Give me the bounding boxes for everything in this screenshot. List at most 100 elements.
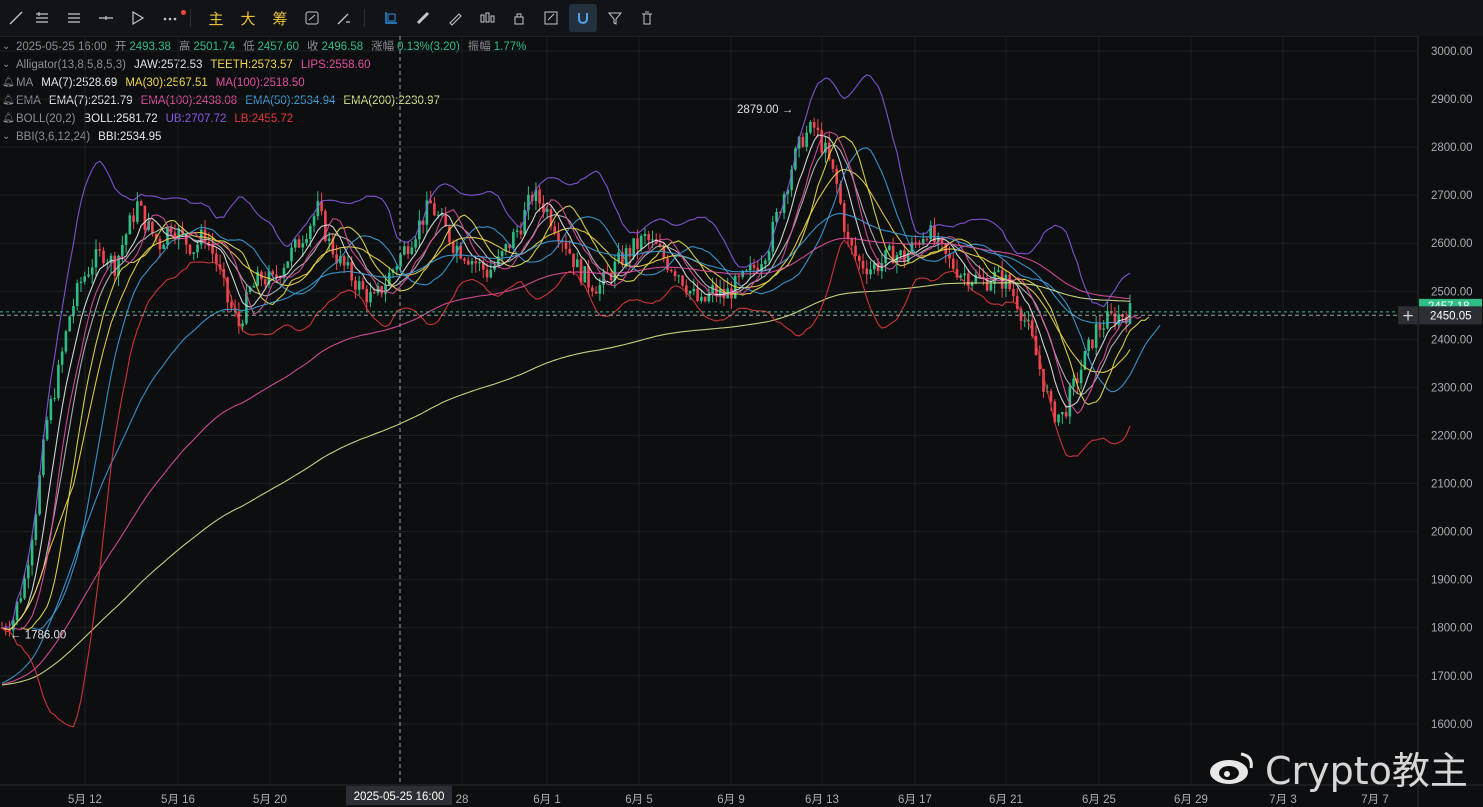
candle-body bbox=[143, 205, 147, 230]
trash-icon[interactable] bbox=[633, 4, 661, 32]
candle-body bbox=[19, 598, 23, 602]
lock-icon[interactable] bbox=[505, 4, 533, 32]
candle-body bbox=[403, 246, 406, 255]
candle-body bbox=[598, 285, 602, 294]
candle-body bbox=[151, 221, 154, 234]
candle-body bbox=[1102, 328, 1105, 330]
candle-body bbox=[865, 268, 869, 275]
trend-line-icon[interactable] bbox=[2, 4, 30, 32]
candle-body bbox=[365, 288, 369, 303]
cross-line-icon[interactable] bbox=[92, 4, 120, 32]
candle-body bbox=[1072, 378, 1075, 387]
notification-dot bbox=[181, 10, 186, 15]
candle-body bbox=[688, 291, 692, 294]
candle-body bbox=[500, 251, 504, 257]
candle-body bbox=[831, 159, 835, 169]
candle-body bbox=[677, 275, 681, 277]
candle-body bbox=[230, 302, 233, 308]
boll-upper-line bbox=[1, 74, 1131, 629]
parallel-lines-icon[interactable] bbox=[60, 4, 88, 32]
candle-body bbox=[354, 280, 357, 290]
candle-body bbox=[1057, 414, 1060, 423]
candle-body bbox=[639, 236, 643, 249]
candle-body bbox=[286, 261, 290, 268]
main-chart-label[interactable]: 主 bbox=[202, 4, 230, 32]
candle-body bbox=[809, 122, 812, 133]
candle-body bbox=[207, 241, 211, 244]
candle-body bbox=[271, 271, 275, 275]
crosshair-time-label: 2025-05-25 16:00 bbox=[354, 791, 445, 803]
x-tick-label: 6月 1 bbox=[533, 794, 561, 806]
candle-body bbox=[1004, 274, 1008, 289]
candle-body bbox=[1061, 412, 1064, 415]
candle-body bbox=[557, 232, 560, 242]
candle-body bbox=[575, 259, 579, 268]
candle-body bbox=[876, 263, 880, 272]
candle-body bbox=[692, 288, 696, 292]
candle-body bbox=[545, 209, 549, 212]
candle-body bbox=[68, 316, 71, 332]
high-annotation: 2879.00 → bbox=[737, 104, 793, 116]
x-tick-label: 7月 7 bbox=[1361, 794, 1389, 806]
candle-body bbox=[1094, 323, 1098, 348]
candle-body bbox=[305, 239, 308, 244]
candle-body bbox=[90, 267, 94, 275]
y-tick-label: 1600.00 bbox=[1431, 719, 1473, 731]
magnet-icon[interactable] bbox=[569, 4, 597, 32]
candles-icon[interactable] bbox=[473, 4, 501, 32]
candle-body bbox=[75, 283, 79, 307]
candle-body bbox=[410, 247, 414, 255]
candle-body bbox=[478, 261, 481, 264]
plus-icon[interactable]: + bbox=[1402, 306, 1415, 324]
candle-body bbox=[538, 189, 541, 204]
candle-body bbox=[60, 351, 64, 365]
edit-note-icon[interactable] bbox=[537, 4, 565, 32]
y-tick-label: 3000.00 bbox=[1431, 46, 1473, 58]
candle-body bbox=[591, 287, 594, 292]
candle-body bbox=[166, 227, 169, 245]
candle-body bbox=[327, 238, 331, 241]
x-tick-label: 6月 9 bbox=[717, 794, 745, 806]
candle-body bbox=[763, 260, 767, 264]
candle-body bbox=[252, 285, 256, 288]
candle-body bbox=[967, 273, 970, 286]
x-tick-label: 5月 16 bbox=[161, 794, 195, 806]
chips-label[interactable]: 筹 bbox=[266, 4, 294, 32]
candle-body bbox=[192, 252, 196, 254]
x-tick-label: 5月 20 bbox=[253, 794, 287, 806]
ruler-icon[interactable] bbox=[409, 4, 437, 32]
candle-body bbox=[124, 234, 128, 245]
candle-body bbox=[297, 239, 301, 248]
candle-body bbox=[835, 168, 839, 184]
y-tick-label: 2400.00 bbox=[1431, 334, 1473, 346]
filter-icon[interactable] bbox=[601, 4, 629, 32]
y-tick-label: 1700.00 bbox=[1431, 671, 1473, 683]
candle-body bbox=[241, 323, 244, 327]
candle-body bbox=[372, 292, 376, 294]
horizontal-lines-icon[interactable] bbox=[28, 4, 56, 32]
price-chart[interactable]: 3000.00 2900.00 2800.00 2700.00 2600.00 2500.… bbox=[0, 36, 1483, 807]
y-tick-label: 2000.00 bbox=[1431, 527, 1473, 539]
replay-icon[interactable] bbox=[298, 4, 326, 32]
measure-icon[interactable] bbox=[330, 4, 358, 32]
fib-arrow-icon[interactable] bbox=[124, 4, 152, 32]
candle-body bbox=[842, 203, 846, 232]
candle-body bbox=[121, 244, 124, 256]
candle-body bbox=[888, 245, 891, 250]
candle-body bbox=[869, 269, 872, 275]
candle-body bbox=[951, 258, 955, 269]
large-label[interactable]: 大 bbox=[234, 4, 262, 32]
drawing-toolbar: 主大筹 bbox=[0, 0, 1483, 37]
y-tick-label: 1900.00 bbox=[1431, 575, 1473, 587]
crosshair-price-label: 2450.05 bbox=[1430, 310, 1472, 322]
candle-body bbox=[801, 136, 805, 147]
candle-body bbox=[854, 245, 857, 256]
x-tick-label: 28 bbox=[456, 794, 469, 806]
candle-body bbox=[553, 226, 557, 233]
candle-body bbox=[1091, 339, 1094, 348]
pencil-icon[interactable] bbox=[441, 4, 469, 32]
more-icon[interactable] bbox=[156, 4, 184, 32]
y-tick-label: 1800.00 bbox=[1431, 623, 1473, 635]
candle-body bbox=[263, 279, 267, 285]
rectangle-select-icon[interactable] bbox=[377, 4, 405, 32]
